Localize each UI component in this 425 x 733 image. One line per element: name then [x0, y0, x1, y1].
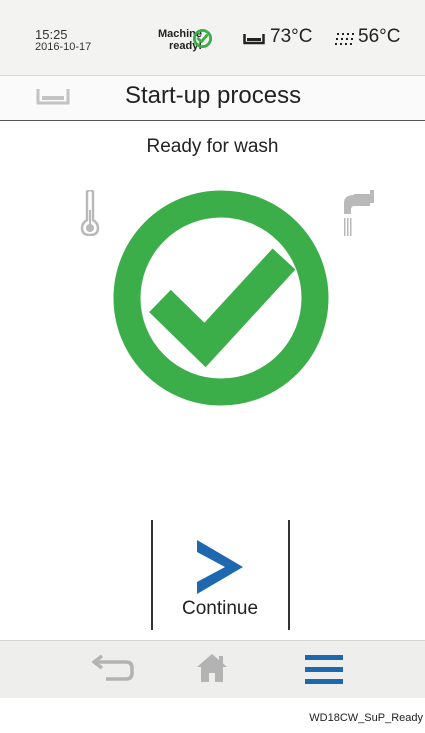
title-bar: Start-up process [0, 76, 425, 121]
check-circle-icon [192, 28, 213, 49]
continue-label: Continue [181, 598, 259, 619]
chevron-right-icon [197, 540, 243, 594]
divider-right [288, 520, 290, 630]
page-title: Start-up process [125, 82, 302, 109]
bottom-nav [0, 640, 425, 698]
continue-button[interactable]: Continue [152, 520, 288, 630]
water-temperature: 56°C [358, 26, 401, 47]
menu-icon[interactable] [305, 655, 343, 685]
clock-time: 15:25 [35, 27, 68, 42]
tub-icon [36, 89, 70, 105]
status-bar: 15:25 2016-10-17 Machine ready! 73°C 56°… [0, 0, 425, 76]
home-icon[interactable] [195, 652, 229, 684]
machine-status-line2: ready! [168, 40, 202, 52]
thermometer-icon [80, 190, 100, 236]
status-message: Ready for wash [146, 136, 279, 157]
tub-temperature: 73°C [270, 26, 313, 47]
tub-icon [243, 34, 265, 45]
clock-date: 2016-10-17 [35, 41, 92, 53]
tap-icon [344, 190, 374, 236]
back-arrow-icon[interactable] [92, 655, 136, 683]
image-caption: WD18CW_SuP_Ready [309, 712, 423, 724]
machine-status: Machine ready! [120, 28, 202, 52]
shower-icon [335, 33, 354, 45]
ready-check-icon [113, 190, 329, 406]
